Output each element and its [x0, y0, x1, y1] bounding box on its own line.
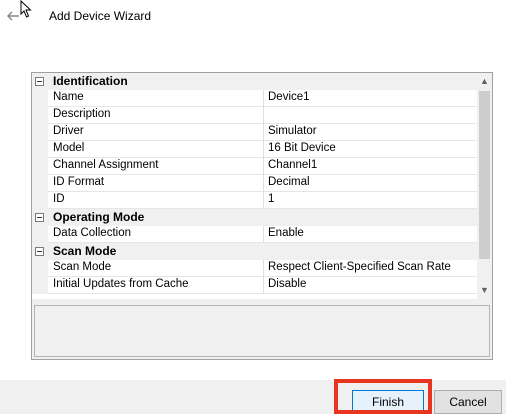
property-value[interactable]: 1 — [268, 193, 274, 205]
category-label: Identification — [53, 74, 128, 88]
collapse-toggle-icon[interactable] — [35, 77, 44, 86]
row-gutter — [32, 90, 48, 107]
description-pane — [34, 305, 490, 357]
column-divider[interactable] — [263, 107, 264, 124]
collapse-toggle-icon[interactable] — [35, 247, 44, 256]
category-label: Operating Mode — [53, 210, 145, 224]
property-name: Driver — [53, 125, 84, 137]
property-name: Initial Updates from Cache — [53, 278, 189, 290]
property-name: Data Collection — [53, 227, 131, 239]
scrollbar-thumb[interactable] — [479, 91, 490, 259]
vertical-scrollbar[interactable]: ▲ ▼ — [477, 73, 492, 299]
row-gutter — [32, 158, 48, 175]
category-label: Scan Mode — [53, 244, 117, 258]
row-gutter — [32, 124, 48, 141]
property-grid-rows: Identification Name Device1 Description Driv… — [32, 73, 477, 299]
category-row[interactable]: Identification — [32, 73, 477, 90]
property-row[interactable]: ID Format Decimal — [32, 175, 477, 192]
column-divider[interactable] — [263, 141, 264, 158]
finish-highlight-box — [334, 379, 432, 414]
column-divider[interactable] — [263, 260, 264, 277]
scroll-up-icon[interactable]: ▲ — [477, 74, 492, 89]
property-row[interactable]: Name Device1 — [32, 90, 477, 107]
property-value[interactable]: Device1 — [268, 91, 310, 103]
row-gutter — [32, 226, 48, 243]
scroll-down-icon[interactable]: ▼ — [477, 283, 492, 298]
row-gutter — [32, 107, 48, 124]
category-row[interactable]: Scan Mode — [32, 243, 477, 260]
property-value[interactable]: Respect Client-Specified Scan Rate — [268, 261, 451, 273]
property-row[interactable]: Model 16 Bit Device — [32, 141, 477, 158]
column-divider[interactable] — [263, 277, 264, 294]
row-gutter — [32, 141, 48, 158]
property-name: Name — [53, 91, 84, 103]
property-row[interactable]: Driver Simulator — [32, 124, 477, 141]
column-divider[interactable] — [263, 158, 264, 175]
property-row[interactable]: Scan Mode Respect Client-Specified Scan R… — [32, 260, 477, 277]
property-name: ID — [53, 193, 65, 205]
property-value[interactable]: 16 Bit Device — [268, 142, 336, 154]
column-divider[interactable] — [263, 192, 264, 209]
row-gutter — [32, 192, 48, 209]
property-name: Model — [53, 142, 85, 154]
property-value[interactable]: Simulator — [268, 125, 317, 137]
collapse-toggle-icon[interactable] — [35, 213, 44, 222]
property-row[interactable]: Initial Updates from Cache Disable — [32, 277, 477, 294]
property-value[interactable]: Channel1 — [268, 159, 317, 171]
property-row[interactable]: Description — [32, 107, 477, 124]
column-divider[interactable] — [263, 175, 264, 192]
property-name: Description — [53, 108, 111, 120]
property-name: Channel Assignment — [53, 159, 159, 171]
row-gutter — [32, 260, 48, 277]
property-name: Scan Mode — [53, 261, 112, 273]
column-divider[interactable] — [263, 226, 264, 243]
wizard-title: Add Device Wizard — [49, 9, 152, 23]
property-name: ID Format — [53, 176, 105, 188]
property-value[interactable]: Decimal — [268, 176, 310, 188]
column-divider[interactable] — [263, 90, 264, 107]
property-value[interactable]: Enable — [268, 227, 304, 239]
property-grid: Identification Name Device1 Description Driv… — [31, 72, 493, 360]
category-row[interactable]: Operating Mode — [32, 209, 477, 226]
property-row[interactable]: ID 1 — [32, 192, 477, 209]
column-divider[interactable] — [263, 124, 264, 141]
property-row[interactable]: Data Collection Enable — [32, 226, 477, 243]
property-row[interactable]: Channel Assignment Channel1 — [32, 158, 477, 175]
property-value[interactable]: Disable — [268, 278, 306, 290]
mouse-cursor-icon — [20, 0, 32, 18]
row-gutter — [32, 175, 48, 192]
cancel-button[interactable]: Cancel — [434, 390, 502, 414]
row-gutter — [32, 277, 48, 294]
